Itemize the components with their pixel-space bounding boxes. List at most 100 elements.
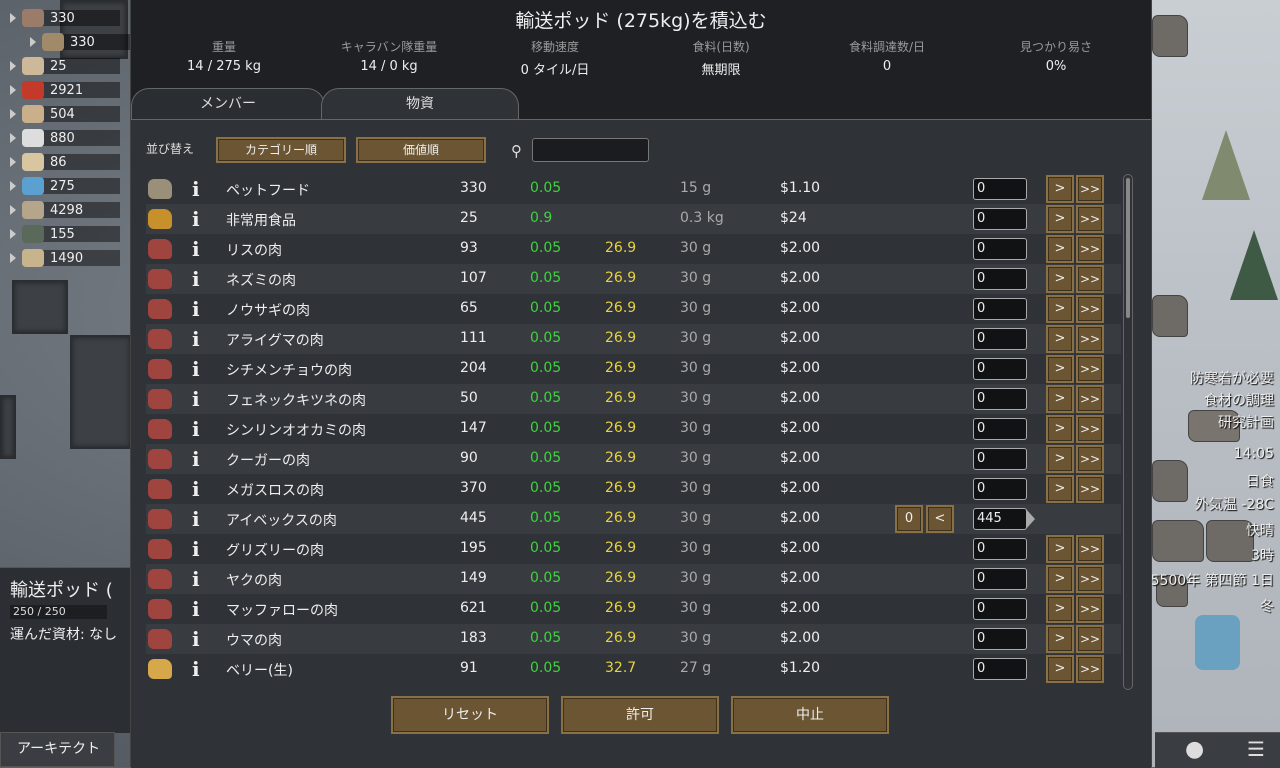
menu-icon[interactable]: ☰ <box>1247 737 1265 761</box>
scrollbar[interactable] <box>1123 174 1133 690</box>
quantity-input[interactable]: 0 <box>973 328 1027 350</box>
resource-row[interactable]: 2921 <box>10 80 120 100</box>
info-icon[interactable]: i <box>192 296 200 322</box>
quantity-input[interactable]: 0 <box>973 238 1027 260</box>
add-one-button[interactable]: > <box>1046 475 1074 503</box>
add-all-button[interactable]: >> <box>1076 415 1104 443</box>
expand-arrow-icon[interactable] <box>10 13 16 23</box>
add-one-button[interactable]: > <box>1046 625 1074 653</box>
add-all-button[interactable]: >> <box>1076 205 1104 233</box>
resource-row[interactable]: 1490 <box>10 248 120 268</box>
resource-row[interactable]: 86 <box>10 152 120 172</box>
info-icon[interactable]: i <box>192 566 200 592</box>
decrease-button[interactable]: < <box>926 505 954 533</box>
expand-arrow-icon[interactable] <box>10 253 16 263</box>
add-one-button[interactable]: > <box>1046 415 1074 443</box>
info-icon[interactable]: i <box>192 386 200 412</box>
add-all-button[interactable]: >> <box>1076 355 1104 383</box>
info-icon[interactable]: i <box>192 596 200 622</box>
info-icon[interactable]: i <box>192 536 200 562</box>
scrollbar-thumb[interactable] <box>1126 178 1130 318</box>
info-icon[interactable]: i <box>192 506 200 532</box>
expand-arrow-icon[interactable] <box>10 61 16 71</box>
add-one-button[interactable]: > <box>1046 595 1074 623</box>
add-all-button[interactable]: >> <box>1076 265 1104 293</box>
alert-research[interactable]: 研究計画 <box>1218 412 1274 432</box>
quantity-input[interactable]: 0 <box>973 628 1027 650</box>
info-icon[interactable]: i <box>192 206 200 232</box>
info-icon[interactable]: i <box>192 416 200 442</box>
add-one-button[interactable]: > <box>1046 445 1074 473</box>
add-all-button[interactable]: >> <box>1076 325 1104 353</box>
add-one-button[interactable]: > <box>1046 385 1074 413</box>
quantity-input[interactable]: 0 <box>973 178 1027 200</box>
expand-arrow-icon[interactable] <box>30 37 36 47</box>
add-one-button[interactable]: > <box>1046 325 1074 353</box>
add-all-button[interactable]: >> <box>1076 235 1104 263</box>
quantity-input[interactable]: 0 <box>973 388 1027 410</box>
add-one-button[interactable]: > <box>1046 205 1074 233</box>
alert-cook[interactable]: 食材の調理 <box>1204 390 1274 410</box>
alert-cold[interactable]: 防寒着が必要 <box>1190 368 1274 388</box>
resource-row[interactable]: 504 <box>10 104 120 124</box>
add-all-button[interactable]: >> <box>1076 565 1104 593</box>
info-icon[interactable]: i <box>192 626 200 652</box>
lightbulb-icon[interactable]: ● <box>1185 737 1204 762</box>
set-zero-button[interactable]: 0 <box>895 505 923 533</box>
resource-row[interactable]: 330 <box>30 32 140 52</box>
expand-arrow-icon[interactable] <box>10 85 16 95</box>
info-icon[interactable]: i <box>192 356 200 382</box>
add-one-button[interactable]: > <box>1046 655 1074 683</box>
accept-button[interactable]: 許可 <box>561 696 719 734</box>
expand-arrow-icon[interactable] <box>10 133 16 143</box>
add-all-button[interactable]: >> <box>1076 175 1104 203</box>
resource-row[interactable]: 25 <box>10 56 120 76</box>
info-icon[interactable]: i <box>192 236 200 262</box>
expand-arrow-icon[interactable] <box>10 229 16 239</box>
add-all-button[interactable]: >> <box>1076 625 1104 653</box>
quantity-input[interactable]: 445 <box>973 508 1027 530</box>
quantity-input[interactable]: 0 <box>973 418 1027 440</box>
expand-arrow-icon[interactable] <box>10 205 16 215</box>
add-one-button[interactable]: > <box>1046 355 1074 383</box>
resource-row[interactable]: 880 <box>10 128 120 148</box>
sort-category-button[interactable]: カテゴリー順 <box>216 137 346 163</box>
expand-arrow-icon[interactable] <box>10 157 16 167</box>
cancel-button[interactable]: 中止 <box>731 696 889 734</box>
expand-arrow-icon[interactable] <box>10 109 16 119</box>
quantity-input[interactable]: 0 <box>973 568 1027 590</box>
quantity-input[interactable]: 0 <box>973 658 1027 680</box>
quantity-input[interactable]: 0 <box>973 268 1027 290</box>
info-icon[interactable]: i <box>192 176 200 202</box>
add-all-button[interactable]: >> <box>1076 295 1104 323</box>
add-one-button[interactable]: > <box>1046 535 1074 563</box>
add-all-button[interactable]: >> <box>1076 595 1104 623</box>
info-icon[interactable]: i <box>192 266 200 292</box>
info-icon[interactable]: i <box>192 326 200 352</box>
sort-value-button[interactable]: 価値順 <box>356 137 486 163</box>
reset-button[interactable]: リセット <box>391 696 549 734</box>
quantity-input[interactable]: 0 <box>973 358 1027 380</box>
info-icon[interactable]: i <box>192 446 200 472</box>
tab-members[interactable]: メンバー <box>131 88 325 121</box>
info-icon[interactable]: i <box>192 476 200 502</box>
quantity-input[interactable]: 0 <box>973 298 1027 320</box>
resource-row[interactable]: 275 <box>10 176 120 196</box>
add-one-button[interactable]: > <box>1046 565 1074 593</box>
add-one-button[interactable]: > <box>1046 235 1074 263</box>
add-all-button[interactable]: >> <box>1076 445 1104 473</box>
architect-button[interactable]: アーキテクト <box>0 732 115 767</box>
add-one-button[interactable]: > <box>1046 265 1074 293</box>
search-input[interactable] <box>532 138 649 162</box>
resource-row[interactable]: 4298 <box>10 200 120 220</box>
add-one-button[interactable]: > <box>1046 295 1074 323</box>
resource-row[interactable]: 330 <box>10 8 120 28</box>
quantity-input[interactable]: 0 <box>973 538 1027 560</box>
add-all-button[interactable]: >> <box>1076 385 1104 413</box>
add-all-button[interactable]: >> <box>1076 655 1104 683</box>
add-one-button[interactable]: > <box>1046 175 1074 203</box>
add-all-button[interactable]: >> <box>1076 535 1104 563</box>
tab-items[interactable]: 物資 <box>321 88 519 121</box>
info-icon[interactable]: i <box>192 656 200 682</box>
quantity-input[interactable]: 0 <box>973 448 1027 470</box>
